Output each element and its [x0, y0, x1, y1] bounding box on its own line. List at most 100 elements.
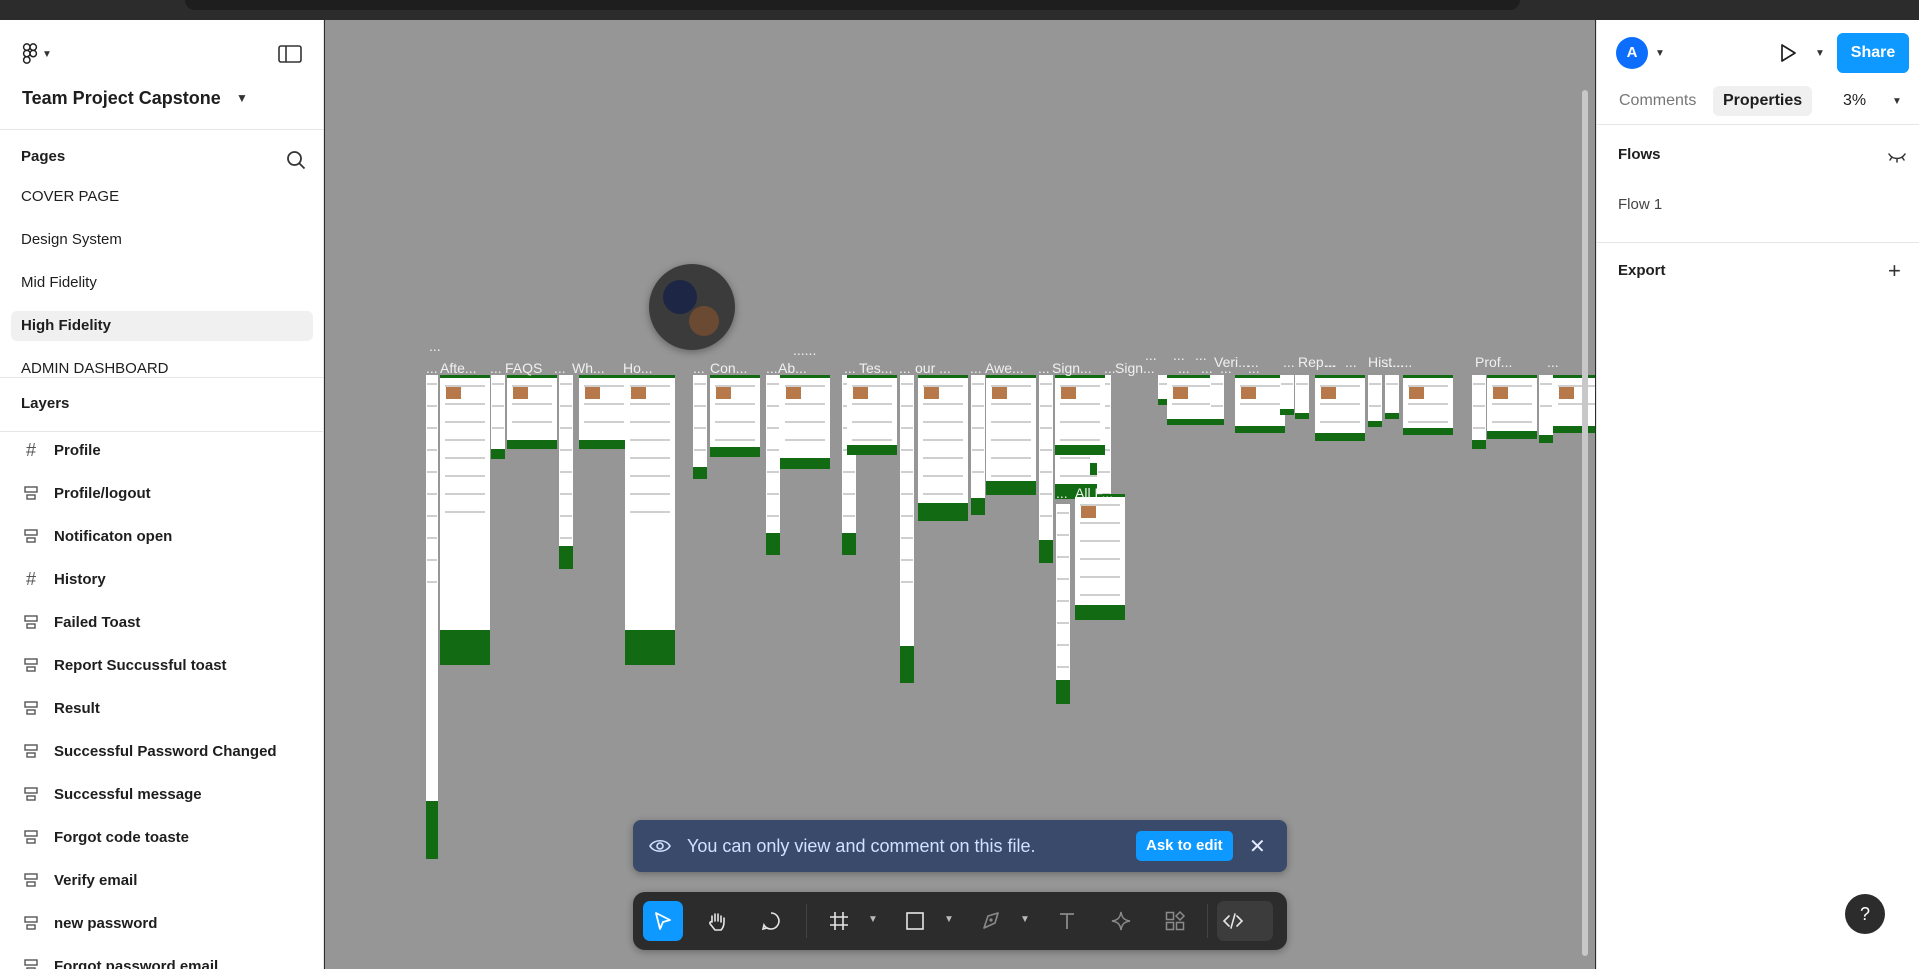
pen-tool-button[interactable]: [971, 901, 1011, 941]
design-frame[interactable]: [1039, 375, 1053, 563]
page-item[interactable]: COVER PAGE: [11, 182, 313, 212]
frame-label[interactable]: ...: [429, 338, 441, 354]
design-frame[interactable]: [440, 375, 490, 665]
design-frame[interactable]: [1539, 375, 1553, 443]
rectangle-tool-button[interactable]: [895, 901, 935, 941]
chevron-down-icon[interactable]: ▼: [868, 914, 878, 925]
frame-label[interactable]: Ho...: [623, 360, 653, 376]
design-frame[interactable]: [1235, 375, 1285, 433]
frame-label[interactable]: ...: [1345, 354, 1357, 370]
frame-label[interactable]: Veri...: [1214, 354, 1250, 370]
actions-tool-button[interactable]: [1101, 901, 1141, 941]
frame-label[interactable]: ...: [1247, 354, 1259, 370]
layer-item[interactable]: Successful message: [22, 779, 202, 809]
frame-label[interactable]: All F...: [1075, 485, 1113, 501]
design-frame[interactable]: [1315, 375, 1365, 441]
design-frame[interactable]: [918, 375, 968, 521]
layer-item[interactable]: Failed Toast: [22, 607, 140, 637]
chevron-down-icon[interactable]: ▼: [1655, 48, 1665, 59]
ask-to-edit-button[interactable]: Ask to edit: [1136, 831, 1233, 861]
hand-tool-button[interactable]: [697, 901, 737, 941]
layer-item[interactable]: Forgot password email: [22, 951, 218, 969]
frame-label[interactable]: ...: [1056, 485, 1068, 501]
frame-label[interactable]: ...: [1325, 354, 1337, 370]
frame-label[interactable]: ......: [793, 342, 816, 358]
design-frame[interactable]: [766, 375, 780, 555]
design-frame[interactable]: [559, 375, 573, 569]
file-title[interactable]: Team Project Capstone: [22, 88, 221, 109]
design-frame[interactable]: [900, 375, 914, 683]
frame-label[interactable]: ...: [1038, 360, 1050, 376]
browser-url-bar[interactable]: [185, 0, 1520, 10]
text-tool-button[interactable]: [1047, 901, 1087, 941]
frame-label[interactable]: ...: [693, 360, 705, 376]
frame-label[interactable]: our ...: [915, 360, 951, 376]
frame-label[interactable]: ...: [426, 360, 438, 376]
frame-label[interactable]: ...: [1173, 347, 1185, 363]
frame-label[interactable]: ...: [970, 360, 982, 376]
components-tool-button[interactable]: [1155, 901, 1195, 941]
frame-label[interactable]: Tes...: [859, 360, 892, 376]
frame-label[interactable]: Afte...: [440, 360, 477, 376]
chevron-down-icon[interactable]: ▼: [944, 914, 954, 925]
add-export-icon[interactable]: +: [1888, 258, 1901, 284]
share-button[interactable]: Share: [1837, 33, 1909, 73]
page-item[interactable]: ADMIN DASHBOARD: [11, 354, 313, 377]
layer-item[interactable]: # History: [22, 564, 106, 594]
page-item[interactable]: Design System: [11, 225, 313, 255]
frame-label[interactable]: FAQS: [505, 360, 542, 376]
pages-search-button[interactable]: [286, 150, 306, 175]
design-frame[interactable]: [1295, 375, 1309, 419]
design-frame[interactable]: [1368, 375, 1382, 427]
frame-label[interactable]: ...: [1145, 347, 1157, 363]
design-frame[interactable]: [491, 375, 505, 459]
zoom-level[interactable]: 3%: [1843, 92, 1866, 110]
frame-label[interactable]: ...: [844, 360, 856, 376]
layer-item[interactable]: Profile/logout: [22, 478, 151, 508]
frame-label[interactable]: Wh...: [572, 360, 605, 376]
tab-comments[interactable]: Comments: [1619, 92, 1696, 110]
frame-label[interactable]: Awe...: [985, 360, 1024, 376]
frame-label[interactable]: ...: [1547, 354, 1559, 370]
design-frame[interactable]: [1055, 375, 1105, 455]
design-frame[interactable]: [1210, 375, 1224, 425]
design-frame[interactable]: [986, 375, 1036, 495]
design-frame[interactable]: [1280, 375, 1294, 415]
design-frame[interactable]: [426, 375, 438, 859]
page-item[interactable]: Mid Fidelity: [11, 268, 313, 298]
chevron-down-icon[interactable]: ▼: [236, 91, 248, 105]
canvas-scrollbar[interactable]: [1582, 90, 1588, 956]
chevron-down-icon[interactable]: ▼: [1020, 914, 1030, 925]
present-button[interactable]: [1777, 42, 1799, 69]
hide-flows-button[interactable]: [1888, 150, 1906, 168]
design-frame[interactable]: [1472, 375, 1486, 449]
design-frame[interactable]: [693, 375, 707, 479]
sidebar-toggle-button[interactable]: [278, 44, 304, 66]
design-frame[interactable]: [1385, 375, 1399, 419]
tab-properties[interactable]: Properties: [1713, 86, 1813, 116]
comment-tool-button[interactable]: [751, 901, 791, 941]
layer-item[interactable]: Report Succussful toast: [22, 650, 227, 680]
collaborator-avatar-bubble[interactable]: [649, 264, 735, 350]
design-frame[interactable]: [710, 375, 760, 457]
frame-label[interactable]: ...: [1195, 347, 1207, 363]
user-avatar[interactable]: A: [1616, 37, 1648, 69]
chevron-down-icon[interactable]: ▼: [1892, 96, 1902, 107]
frame-tool-button[interactable]: [819, 901, 859, 941]
design-frame[interactable]: [625, 375, 675, 665]
chevron-down-icon[interactable]: ▼: [1815, 48, 1825, 59]
layer-item[interactable]: Verify email: [22, 865, 137, 895]
frame-label[interactable]: Sign...: [1052, 360, 1092, 376]
frame-label[interactable]: ...: [1104, 360, 1116, 376]
design-frame[interactable]: [847, 375, 897, 455]
layer-item[interactable]: Forgot code toaste: [22, 822, 189, 852]
design-frame[interactable]: [1403, 375, 1453, 435]
design-frame[interactable]: [971, 375, 985, 515]
layer-item[interactable]: Notificaton open: [22, 521, 172, 551]
frame-label[interactable]: ...: [766, 360, 778, 376]
design-frame[interactable]: [1056, 504, 1070, 704]
close-icon[interactable]: ✕: [1249, 834, 1266, 859]
design-frame[interactable]: [1553, 375, 1595, 433]
design-frame[interactable]: [780, 375, 830, 469]
frame-label[interactable]: Ab...: [778, 360, 807, 376]
